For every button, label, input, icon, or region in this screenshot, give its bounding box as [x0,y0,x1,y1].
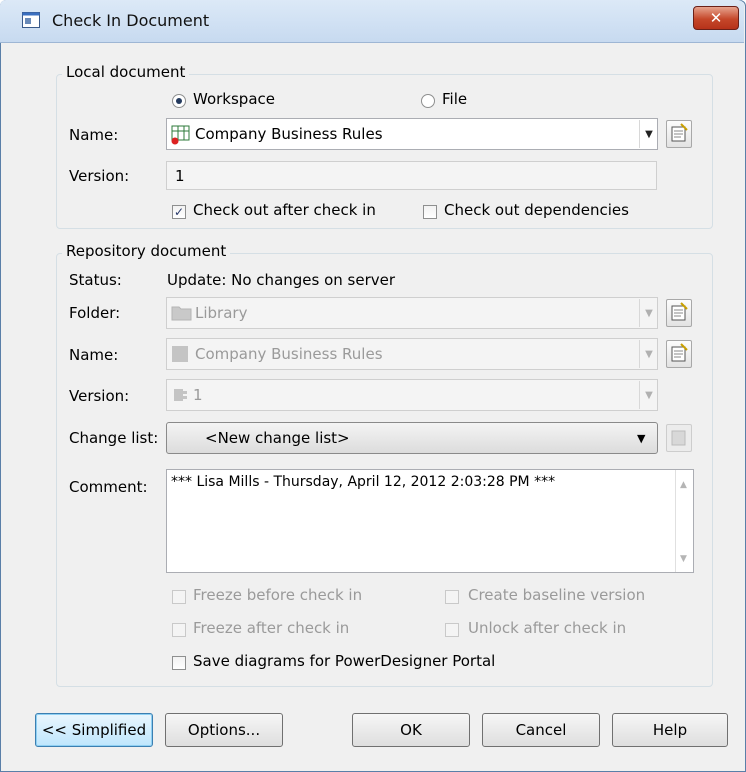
checkout-after-checkin-checkbox[interactable]: ✓ [172,205,186,219]
local-name-value: Company Business Rules [195,125,383,143]
changelist-dropdown-arrow[interactable]: ▼ [637,432,645,445]
ok-button[interactable]: OK [352,713,470,747]
file-radio[interactable] [421,94,435,108]
freeze-before-checkbox[interactable] [172,590,186,604]
save-diagrams-checkbox[interactable] [172,656,186,670]
simplified-button[interactable]: << Simplified [35,713,153,747]
status-value: Update: No changes on server [167,271,396,289]
comment-value: *** Lisa Mills - Thursday, April 12, 201… [171,474,556,490]
local-name-combo[interactable]: Company Business Rules ▼ [166,118,658,150]
comment-scrollbar[interactable]: ▲ ▼ [675,470,693,572]
unlock-after-checkbox[interactable] [445,623,459,637]
local-version-label: Version: [69,167,130,185]
repo-version-combo[interactable]: 1 ▼ [166,379,658,411]
workspace-radio[interactable] [172,94,186,108]
status-label: Status: [69,271,122,289]
changelist-label: Change list: [69,429,159,447]
folder-combo[interactable]: Library ▼ [166,297,658,329]
folder-label: Folder: [69,304,121,322]
local-name-label: Name: [69,126,119,144]
local-document-label: Local document [62,63,190,81]
local-version-value: 1 [175,167,185,185]
repo-version-value: 1 [193,386,203,404]
freeze-after-checkbox[interactable] [172,623,186,637]
freeze-before-label[interactable]: Freeze before check in [193,586,362,604]
comment-textarea[interactable]: *** Lisa Mills - Thursday, April 12, 201… [166,469,694,573]
repo-version-dropdown-arrow[interactable]: ▼ [639,381,658,409]
comment-label: Comment: [69,478,148,496]
scroll-up-arrow[interactable]: ▲ [680,480,687,490]
model-icon [171,125,190,145]
folder-icon [171,304,193,326]
repo-version-label: Version: [69,387,130,405]
changelist-value: <New change list> [205,429,350,447]
version-icon [172,386,190,408]
freeze-after-label[interactable]: Freeze after check in [193,619,349,637]
local-name-dropdown-arrow[interactable]: ▼ [639,120,658,148]
file-radio-label[interactable]: File [442,90,467,108]
repo-name-label: Name: [69,346,119,364]
unlock-after-label[interactable]: Unlock after check in [468,619,626,637]
local-version-field: 1 [166,161,657,190]
repo-name-value: Company Business Rules [195,345,383,363]
window-title: Check In Document [52,11,210,30]
workspace-radio-label[interactable]: Workspace [193,90,275,108]
save-diagrams-label[interactable]: Save diagrams for PowerDesigner Portal [193,652,495,670]
help-button[interactable]: Help [612,713,728,747]
repo-name-combo[interactable]: Company Business Rules ▼ [166,338,658,370]
create-baseline-label[interactable]: Create baseline version [468,586,645,604]
folder-value: Library [195,304,248,322]
checkout-dependencies-label[interactable]: Check out dependencies [444,201,629,219]
changelist-properties-button[interactable] [666,424,692,452]
checkout-after-checkin-label[interactable]: Check out after check in [193,201,376,219]
folder-dropdown-arrow[interactable]: ▼ [639,299,658,327]
cancel-button[interactable]: Cancel [482,713,600,747]
close-button[interactable]: ✕ [693,6,739,30]
folder-properties-button[interactable] [666,299,692,327]
app-window-icon [22,12,40,28]
repository-document-label: Repository document [62,242,231,260]
local-name-properties-button[interactable] [666,120,692,148]
options-button[interactable]: Options... [165,713,283,747]
checkout-dependencies-checkbox[interactable] [423,205,437,219]
repo-model-icon [172,346,188,362]
changelist-combo[interactable]: <New change list> ▼ [166,422,658,454]
repo-name-dropdown-arrow[interactable]: ▼ [639,340,658,368]
scroll-down-arrow[interactable]: ▼ [680,554,687,564]
create-baseline-checkbox[interactable] [445,590,459,604]
repo-name-properties-button[interactable] [666,340,692,368]
